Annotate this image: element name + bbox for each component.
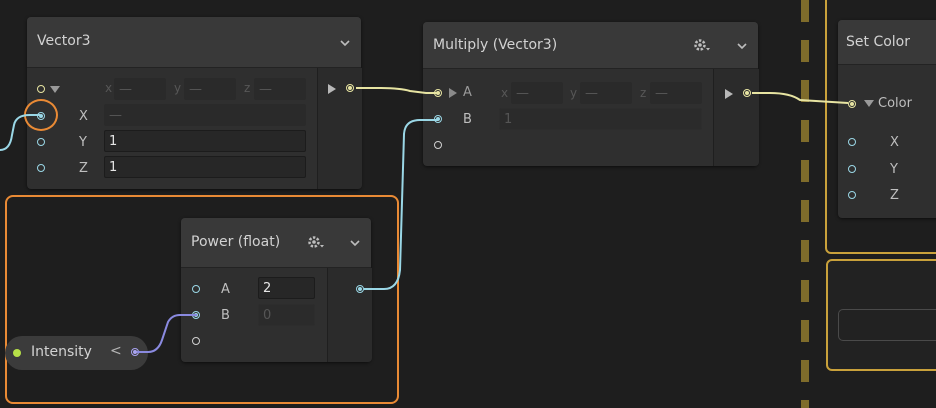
wire-intensity-to-power [137,314,197,353]
wire-power-to-multiply [364,119,438,290]
wire-vector3-to-multiply [356,87,438,94]
wire-incoming-to-vector3-x [0,114,40,151]
wires-layer [0,87,849,353]
wire-multiply-to-setcolor [752,92,849,104]
